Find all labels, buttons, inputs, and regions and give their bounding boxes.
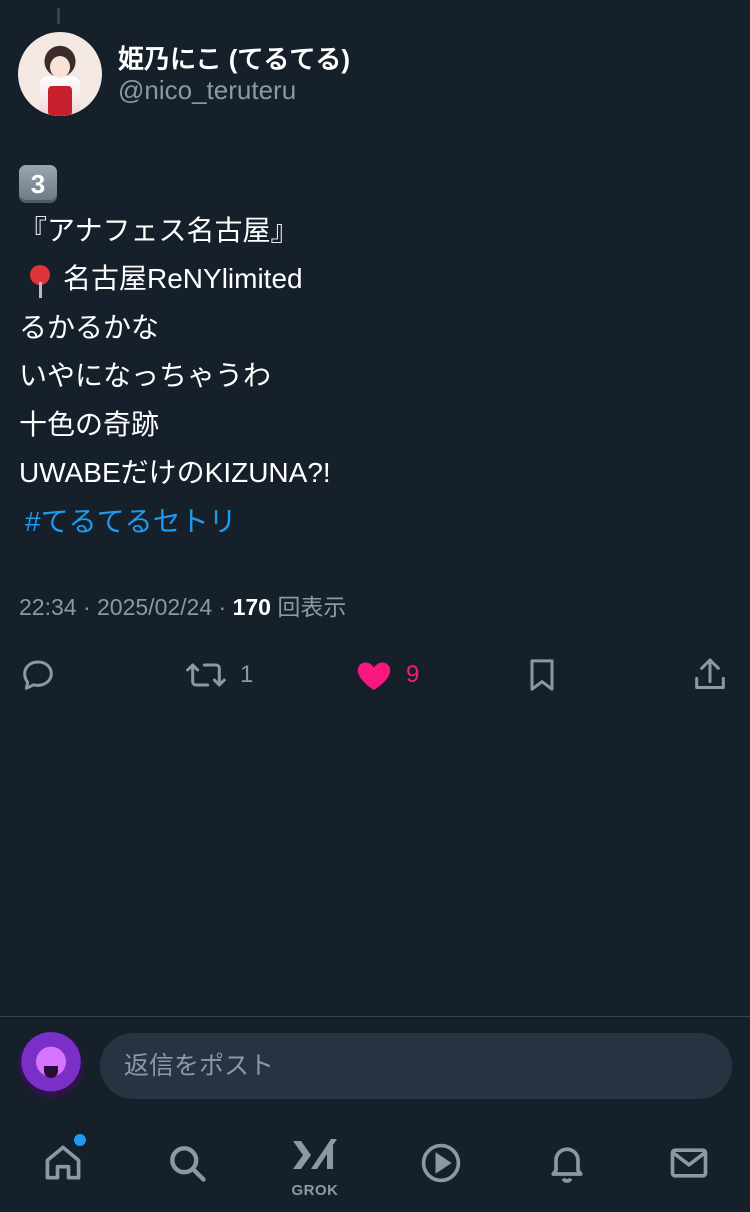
tab-grok[interactable]: GROK — [280, 1128, 350, 1199]
view-count[interactable]: 170 — [233, 594, 271, 620]
tab-messages[interactable] — [654, 1128, 724, 1198]
author-handle[interactable]: @nico_teruteru — [118, 75, 350, 105]
post-line-1: 3 — [19, 158, 719, 207]
post-line-5: いやになっちゃうわ — [19, 360, 272, 391]
like-count: 9 — [406, 661, 420, 688]
bell-icon — [551, 1147, 583, 1183]
meta-separator: · — [76, 594, 98, 620]
post-line-3: 名古屋ReNYlimited — [19, 255, 719, 304]
post-line-2: 『アナフェス名古屋』 — [19, 214, 299, 246]
bottom-tab-bar: GROK — [0, 1128, 750, 1212]
reply-button[interactable] — [18, 652, 58, 698]
post-body: 3 『アナフェス名古屋』 名古屋ReNYlimited るかるかな いやになっち… — [19, 158, 719, 546]
post-meta: 22:34 · 2025/02/24 · 170 回表示 — [19, 592, 346, 622]
bookmark-icon — [530, 659, 554, 691]
author-names[interactable]: 姫乃にこ (てるてる) @nico_teruteru — [118, 43, 350, 105]
share-icon — [695, 658, 725, 689]
pushpin-emoji — [25, 262, 55, 300]
post-line-3-text: 名古屋ReNYlimited — [63, 263, 303, 294]
post-line-7: UWABEだけのKIZUNA?! — [19, 457, 331, 488]
post-detail-screen: 姫乃にこ (てるてる) @nico_teruteru 3 『アナフェス名古屋』 … — [0, 0, 750, 1212]
author-avatar-face — [50, 56, 70, 78]
repost-button[interactable]: 1 — [184, 652, 253, 698]
hashtag-link[interactable]: #てるてるセトリ — [19, 506, 237, 537]
reply-divider — [0, 1016, 750, 1017]
view-label: 回表示 — [277, 594, 347, 620]
share-button[interactable] — [690, 652, 730, 698]
video-play-icon — [421, 1143, 461, 1183]
post-actions-bar: 1 9 — [0, 652, 750, 698]
keycap-3-emoji: 3 — [19, 164, 57, 203]
home-notification-dot — [72, 1132, 88, 1148]
reply-bar — [0, 1030, 750, 1102]
reply-input[interactable] — [100, 1033, 732, 1099]
thread-connector-line — [57, 8, 60, 24]
author-avatar[interactable] — [18, 32, 102, 116]
tab-search[interactable] — [152, 1128, 222, 1198]
tab-home[interactable] — [28, 1128, 98, 1198]
mail-icon — [670, 1148, 708, 1178]
tab-notifications[interactable] — [532, 1128, 602, 1198]
post-time[interactable]: 22:34 — [19, 594, 77, 620]
post-line-6: 十色の奇跡 — [19, 408, 160, 440]
search-icon — [170, 1146, 206, 1182]
grok-label: GROK — [291, 1182, 339, 1199]
current-user-avatar[interactable] — [18, 1032, 84, 1098]
like-button[interactable]: 9 — [354, 652, 419, 698]
repost-count: 1 — [240, 661, 254, 688]
post-line-4: るかるかな — [19, 311, 160, 343]
heart-icon — [357, 662, 391, 690]
author-display-name[interactable]: 姫乃にこ (てるてる) — [118, 43, 350, 75]
post-hashtag-line: #てるてるセトリ — [19, 498, 719, 547]
grok-icon — [293, 1139, 337, 1169]
reply-icon — [23, 660, 53, 690]
post-date[interactable]: 2025/02/24 — [97, 594, 212, 620]
meta-separator: · — [212, 594, 233, 620]
tab-video[interactable] — [406, 1128, 476, 1198]
post-header: 姫乃にこ (てるてる) @nico_teruteru — [18, 32, 350, 116]
bookmark-button[interactable] — [522, 652, 562, 698]
repost-icon — [186, 663, 226, 687]
